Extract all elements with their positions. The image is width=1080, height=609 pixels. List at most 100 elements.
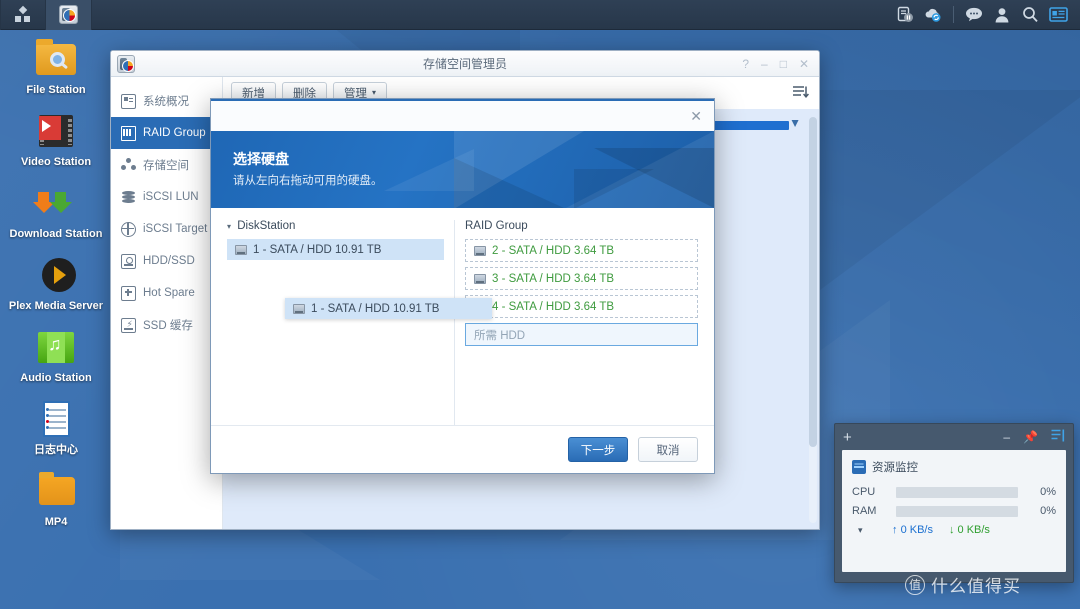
upload-arrow-icon: ↑ (892, 524, 898, 536)
pin-icon[interactable]: 📌 (1023, 430, 1038, 444)
volume-icon (121, 157, 136, 173)
shortcut-file-station[interactable]: File Station (4, 39, 108, 97)
shortcut-plex-media-server[interactable]: Plex Media Server (4, 256, 108, 313)
shortcut-label: MP4 (44, 516, 68, 528)
expand-caret-icon[interactable]: ▾ (858, 525, 876, 536)
minimize-button[interactable]: – (761, 57, 768, 71)
sidebar-item-label: SSD 缓存 (143, 320, 193, 332)
help-button[interactable]: ? (742, 57, 749, 71)
chevron-up-icon[interactable]: ▲ (789, 117, 801, 131)
layout-icon[interactable] (1051, 429, 1065, 445)
taskbar-app-storage-manager[interactable] (46, 0, 92, 30)
disk-label: 1 - SATA / HDD 10.91 TB (253, 243, 382, 256)
upload-value: 0 KB/s (900, 524, 933, 536)
dialog-hero-banner: 选择硬盘 请从左向右拖动可用的硬盘。 (211, 131, 714, 208)
next-button[interactable]: 下一步 (568, 437, 628, 462)
diskstation-label: DiskStation (237, 220, 296, 232)
apps-menu-button[interactable] (0, 0, 46, 30)
hdd-icon (235, 244, 247, 255)
raid-empty-slot[interactable]: 所需 HDD (465, 323, 698, 346)
disk-label: 2 - SATA / HDD 3.64 TB (492, 244, 615, 257)
widget-title: 资源监控 (872, 462, 918, 474)
available-disks-header[interactable]: ▾ DiskStation (227, 220, 444, 232)
ram-value: 0% (1040, 505, 1056, 517)
overview-icon (121, 93, 136, 109)
cpu-value: 0% (1040, 486, 1056, 498)
ram-label: RAM (852, 505, 877, 517)
raid-slot-item[interactable]: 3 - SATA / HDD 3.64 TB (465, 267, 698, 290)
download-paused-icon[interactable] (891, 0, 919, 30)
widget-title-bar: + – 📌 (835, 424, 1073, 450)
sidebar: 系统概况 RAID Group 存储空间 iSCSI LUN iSCSI Tar… (111, 77, 223, 529)
sidebar-item-system-overview[interactable]: 系统概况 (111, 85, 222, 117)
raid-group-icon (121, 125, 136, 141)
shortcut-mp4-folder[interactable]: MP4 (4, 472, 108, 529)
user-icon[interactable] (988, 0, 1016, 30)
taskbar (0, 0, 1080, 30)
cloud-sync-icon[interactable] (919, 0, 947, 30)
film-play-icon (33, 112, 79, 152)
cpu-progress-track (896, 486, 1018, 498)
shortcut-label: Audio Station (20, 372, 92, 384)
disk-label: 3 - SATA / HDD 3.64 TB (492, 272, 615, 285)
maximize-button[interactable]: □ (780, 57, 787, 71)
shortcut-download-station[interactable]: Download Station (4, 184, 108, 241)
folder-icon (33, 472, 79, 512)
storage-manager-icon (59, 5, 78, 24)
sidebar-item-hot-spare[interactable]: Hot Spare (111, 277, 222, 309)
notifications-icon[interactable] (1044, 0, 1072, 30)
raid-slot-item[interactable]: 4 - SATA / HDD 3.64 TB (465, 295, 698, 318)
network-row: ▾ ↑ 0 KB/s ↓ 0 KB/s (852, 524, 1056, 536)
widget-content: 资源监控 CPU 0% RAM 0% ▾ ↑ 0 KB/s ↓ 0 KB/s (842, 450, 1066, 572)
resource-monitor-icon (852, 460, 866, 474)
shortcut-log-center[interactable]: 日志中心 (4, 400, 108, 457)
content-scrollbar[interactable] (809, 117, 817, 523)
plus-icon[interactable]: + (843, 429, 852, 446)
sidebar-item-storage-volume[interactable]: 存储空间 (111, 149, 222, 181)
search-icon[interactable] (1016, 0, 1044, 30)
shortcut-label: Video Station (20, 156, 92, 168)
download-speed: ↓ 0 KB/s (949, 524, 990, 536)
sidebar-item-label: HDD/SSD (143, 255, 195, 267)
sidebar-item-iscsi-lun[interactable]: iSCSI LUN (111, 181, 222, 213)
sidebar-item-hdd-ssd[interactable]: HDD/SSD (111, 245, 222, 277)
minimize-icon[interactable]: – (1003, 430, 1010, 444)
window-title-bar[interactable]: 存储空间管理员 ? – □ ✕ (111, 51, 819, 77)
watermark-badge: 值 (905, 574, 925, 595)
list-options-icon[interactable] (789, 82, 811, 104)
close-icon[interactable]: ✕ (690, 108, 702, 125)
download-value: 0 KB/s (957, 524, 990, 536)
target-icon (121, 221, 136, 237)
available-disk-item[interactable]: 1 - SATA / HDD 10.91 TB (227, 239, 444, 260)
sidebar-item-iscsi-target[interactable]: iSCSI Target (111, 213, 222, 245)
sidebar-item-raid-group[interactable]: RAID Group (111, 117, 222, 149)
upload-speed: ↑ 0 KB/s (892, 524, 933, 536)
shortcut-label: Download Station (9, 228, 103, 240)
hdd-icon (474, 273, 486, 284)
drag-ghost-disk[interactable]: 1 - SATA / HDD 10.91 TB (285, 298, 492, 319)
shortcut-label: 日志中心 (34, 444, 78, 456)
taskbar-tray (891, 0, 1080, 30)
lun-icon (121, 190, 136, 205)
dialog-title-bar: ✕ (211, 101, 714, 131)
raid-slot-item[interactable]: 2 - SATA / HDD 3.64 TB (465, 239, 698, 262)
chat-icon[interactable] (960, 0, 988, 30)
hot-spare-icon (121, 285, 136, 301)
shortcut-video-station[interactable]: Video Station (4, 112, 108, 169)
sidebar-item-ssd-cache[interactable]: SSD 缓存 (111, 309, 222, 341)
log-document-icon (33, 400, 79, 440)
close-button[interactable]: ✕ (799, 57, 809, 71)
disk-label: 1 - SATA / HDD 10.91 TB (311, 302, 440, 315)
watermark: 值 什么值得买 (905, 572, 1021, 597)
raid-group-header: RAID Group (465, 220, 528, 232)
hdd-icon (121, 253, 136, 269)
sidebar-item-label: iSCSI Target (143, 223, 208, 235)
page-title: 存储空间管理员 (422, 57, 507, 71)
music-note-icon: ♫ (33, 328, 79, 368)
shortcut-label: Plex Media Server (8, 300, 104, 312)
cancel-button[interactable]: 取消 (638, 437, 698, 462)
shortcut-audio-station[interactable]: ♫ Audio Station (4, 328, 108, 385)
sidebar-item-label: 存储空间 (143, 160, 189, 172)
available-disks-column: ▾ DiskStation 1 - SATA / HDD 10.91 TB (227, 220, 455, 425)
download-arrow-icon: ↓ (948, 524, 955, 536)
